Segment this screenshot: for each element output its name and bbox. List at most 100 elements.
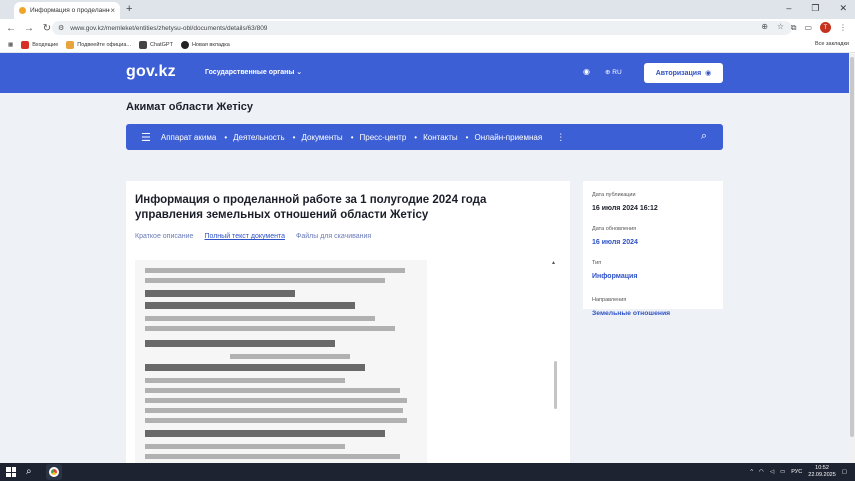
more-vertical-icon[interactable]: ⋮ <box>556 132 565 143</box>
nav-item-activity[interactable]: Деятельность <box>233 133 285 142</box>
menu-icon[interactable]: ⋮ <box>839 23 847 32</box>
search-icon[interactable]: ⌕ <box>26 466 32 477</box>
battery-icon[interactable]: ▭ <box>780 469 785 475</box>
apps-icon[interactable]: ▦ <box>8 42 13 48</box>
doc-text-line <box>145 326 395 331</box>
doc-text-line <box>145 378 345 383</box>
close-tab-icon[interactable]: × <box>110 6 115 15</box>
chevron-down-icon: ⌄ <box>296 69 303 76</box>
tray-chevron-icon[interactable]: ^ <box>750 469 753 475</box>
nav-separator: • <box>350 132 354 142</box>
tab-summary[interactable]: Краткое описание <box>135 233 193 240</box>
bookmark-item[interactable]: Подвеейте официа... <box>66 40 131 49</box>
site-header: gov.kz Государственные органы ⌄ ◉ ⊕ RU А… <box>0 53 849 93</box>
document-viewer[interactable] <box>135 260 427 463</box>
page-scroll-thumb[interactable] <box>850 57 854 437</box>
login-button[interactable]: Авторизация ◉ <box>644 63 723 83</box>
search-icon[interactable]: ⌕ <box>701 130 707 143</box>
bookmark-item[interactable]: Входящие <box>21 40 59 49</box>
document-card: Информация о проделанной работе за 1 пол… <box>126 181 570 463</box>
site-info-icon[interactable]: ⚙ <box>58 24 64 32</box>
document-meta-card: Дата публикации 16 июля 2024 16:12 Дата … <box>583 181 723 317</box>
extensions-icon[interactable]: ⧉ <box>791 23 797 33</box>
upd-date-label: Дата обновления <box>592 226 637 232</box>
maximize-icon[interactable]: ❐ <box>811 3 819 14</box>
gmail-icon <box>21 40 30 49</box>
doc-text-line <box>145 364 365 371</box>
doc-text-line <box>230 354 350 359</box>
direction-label: Направления <box>592 297 627 303</box>
bookmark-label: Входящие <box>32 41 59 48</box>
browser-tab[interactable]: Информация о проделанной × <box>14 2 120 19</box>
nav-item-documents[interactable]: Документы <box>301 133 342 142</box>
nav-separator: • <box>292 132 296 142</box>
document-scrollbar[interactable] <box>554 361 557 409</box>
document-tabs: Краткое описание Полный текст документа … <box>135 233 371 240</box>
toolbar-right: ⧉ ▭ T ⋮ <box>791 22 847 33</box>
close-window-icon[interactable]: ✕ <box>839 3 847 14</box>
wifi-icon[interactable]: ◠ <box>759 469 764 475</box>
scroll-up-icon[interactable]: ▴ <box>552 259 555 266</box>
bookmark-star-icon[interactable]: ☆ <box>777 22 784 31</box>
page-scrollbar[interactable] <box>849 53 855 463</box>
globe-icon: ⊕ <box>605 69 611 76</box>
all-bookmarks[interactable]: Все закладки <box>815 41 849 47</box>
back-icon[interactable]: ← <box>4 23 18 34</box>
doc-text-line <box>145 454 400 459</box>
gov-agencies-menu[interactable]: Государственные органы ⌄ <box>205 68 302 76</box>
chatgpt-icon <box>139 40 147 49</box>
browser-tab-strip: Информация о проделанной × + – ❐ ✕ <box>0 0 855 19</box>
address-bar[interactable]: ⚙ www.gov.kz/memleket/entities/zhetysu-o… <box>52 21 792 35</box>
direction-value[interactable]: Земельные отношения <box>592 310 670 317</box>
globe-icon <box>180 40 189 49</box>
doc-text-line <box>145 290 295 297</box>
browser-toolbar: ← → ↻ ⚙ www.gov.kz/memleket/entities/zhe… <box>0 19 855 37</box>
language-label: RU <box>612 69 622 76</box>
upd-date-value: 16 июля 2024 <box>592 239 638 246</box>
taskbar: ⌕ ^ ◠ ◁ ▭ РУС 10:52 22.09.2025 ▢ <box>0 463 855 481</box>
bookmark-item[interactable]: Новая вкладка <box>180 40 230 49</box>
window-controls: – ❐ ✕ <box>786 3 847 14</box>
nav-item-contacts[interactable]: Контакты <box>423 133 458 142</box>
clock[interactable]: 10:52 22.09.2025 <box>808 465 836 479</box>
type-label: Тип <box>592 260 602 266</box>
pub-date-label: Дата публикации <box>592 192 636 198</box>
nav-item-apparat[interactable]: Аппарат акима <box>161 133 216 142</box>
hamburger-menu-icon[interactable]: ☰ <box>141 131 151 144</box>
doc-text-line <box>145 302 355 309</box>
org-title: Акимат области Жетісу <box>126 101 254 113</box>
doc-text-line <box>145 398 407 403</box>
chrome-taskbar-icon[interactable] <box>46 464 62 480</box>
notifications-icon[interactable]: ▢ <box>842 469 847 475</box>
nav-item-online[interactable]: Онлайн-приемная <box>474 133 542 142</box>
new-tab-icon[interactable]: + <box>126 3 132 15</box>
minimize-icon[interactable]: – <box>786 3 791 14</box>
url-text: www.gov.kz/memleket/entities/zhetysu-obl… <box>70 24 268 32</box>
bookmark-item[interactable]: ChatGPT <box>139 40 173 49</box>
browser-tab-title: Информация о проделанной <box>30 7 111 14</box>
bookmark-label: ChatGPT <box>150 41 173 48</box>
nav-item-press[interactable]: Пресс-центр <box>360 133 407 142</box>
doc-text-line <box>145 408 403 413</box>
profile-avatar[interactable]: T <box>820 22 831 33</box>
tab-files[interactable]: Файлы для скачивания <box>296 233 371 240</box>
windows-start-icon[interactable] <box>6 467 16 477</box>
doc-text-line <box>145 340 335 347</box>
nav-separator: • <box>465 132 469 142</box>
sidepanel-icon[interactable]: ▭ <box>804 23 812 32</box>
forward-icon[interactable]: → <box>22 23 36 34</box>
tab-full-text[interactable]: Полный текст документа <box>204 233 285 240</box>
org-navbar: ☰ Аппарат акима • Деятельность • Докумен… <box>126 124 723 150</box>
zoom-icon[interactable]: ⊕ <box>761 22 768 31</box>
input-language[interactable]: РУС <box>791 469 802 475</box>
system-tray: ^ ◠ ◁ ▭ РУС 10:52 22.09.2025 ▢ <box>750 465 847 479</box>
bookmark-label: Подвеейте официа... <box>77 41 131 48</box>
volume-icon[interactable]: ◁ <box>770 469 774 475</box>
eye-icon[interactable]: ◉ <box>583 67 590 76</box>
login-label: Авторизация <box>655 69 702 77</box>
type-value[interactable]: Информация <box>592 273 637 280</box>
nav-separator: • <box>224 132 228 142</box>
site-logo[interactable]: gov.kz <box>126 63 176 81</box>
language-switch[interactable]: ⊕ RU <box>605 68 622 76</box>
pub-date-value: 16 июля 2024 16:12 <box>592 205 658 212</box>
